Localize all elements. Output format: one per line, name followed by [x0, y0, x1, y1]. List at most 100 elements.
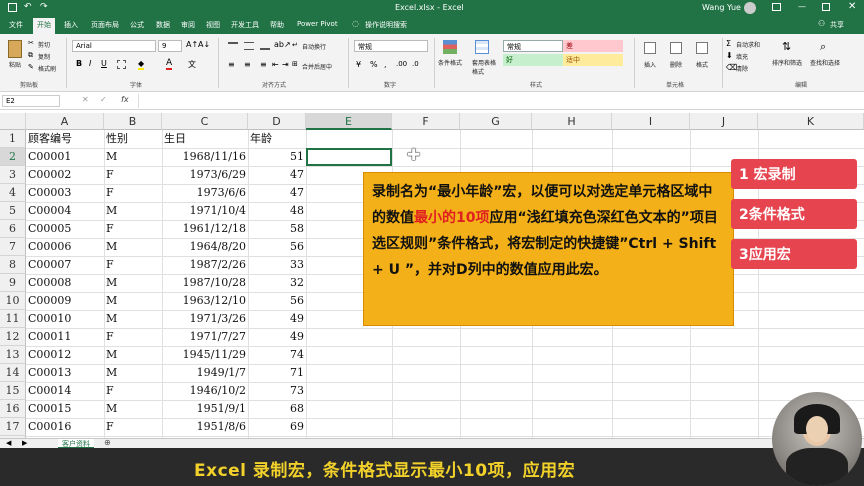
style-normal[interactable]: 常规	[503, 40, 563, 52]
align-middle-icon[interactable]	[244, 42, 254, 50]
conditional-format-icon[interactable]	[443, 40, 457, 54]
format-cells-button[interactable]: 格式	[696, 60, 708, 69]
select-all-corner[interactable]	[0, 113, 26, 130]
table-cell[interactable]: 1968/11/16	[164, 148, 246, 166]
number-format-select[interactable]: 常规	[354, 40, 428, 52]
sheet-nav-prev-icon[interactable]: ◀	[6, 439, 11, 447]
table-cell[interactable]: M	[106, 292, 160, 310]
table-cell[interactable]: F	[106, 382, 160, 400]
share-button[interactable]: 共享	[830, 20, 844, 30]
column-header-e[interactable]: E	[306, 113, 392, 130]
cut-button[interactable]: 剪切	[38, 40, 50, 49]
row-header[interactable]: 7	[0, 238, 26, 256]
table-cell[interactable]: C00003	[28, 184, 102, 202]
table-cell[interactable]: 1973/6/6	[164, 184, 246, 202]
cut-icon[interactable]: ✂	[28, 39, 34, 47]
row-header[interactable]: 3	[0, 166, 26, 184]
row-header[interactable]: 13	[0, 346, 26, 364]
row-header[interactable]: 8	[0, 256, 26, 274]
table-cell[interactable]: 1961/12/18	[164, 220, 246, 238]
row-header[interactable]: 4	[0, 184, 26, 202]
delete-cells-button[interactable]: 删除	[670, 60, 682, 69]
conditional-format-button[interactable]: 条件格式	[438, 58, 462, 67]
table-cell[interactable]: 71	[250, 364, 304, 382]
copy-icon[interactable]: ⧉	[28, 51, 33, 60]
table-cell[interactable]: 1971/3/26	[164, 310, 246, 328]
table-cell[interactable]: 56	[250, 292, 304, 310]
redo-icon[interactable]: ↷	[40, 2, 48, 12]
autosum-icon[interactable]: Σ	[726, 39, 731, 48]
insert-cells-icon[interactable]	[644, 42, 656, 54]
table-cell[interactable]: 1973/6/29	[164, 166, 246, 184]
row-header[interactable]: 14	[0, 364, 26, 382]
indent-increase-icon[interactable]: ⇥	[282, 60, 289, 69]
table-cell[interactable]: F	[106, 220, 160, 238]
table-cell[interactable]: C00015	[28, 400, 102, 418]
table-cell[interactable]: C00004	[28, 202, 102, 220]
table-cell[interactable]: C00007	[28, 256, 102, 274]
tab-formulas[interactable]: 公式	[130, 20, 144, 30]
table-cell[interactable]: 32	[250, 274, 304, 292]
row-header[interactable]: 6	[0, 220, 26, 238]
paste-icon[interactable]	[8, 40, 22, 58]
table-cell[interactable]: C00014	[28, 382, 102, 400]
ribbon-display-icon[interactable]	[772, 3, 781, 11]
table-cell[interactable]: 73	[250, 382, 304, 400]
align-top-icon[interactable]	[228, 42, 238, 50]
increase-decimal-icon[interactable]: .00	[396, 60, 407, 68]
table-cell[interactable]: 33	[250, 256, 304, 274]
find-select-icon[interactable]: ⌕	[820, 40, 826, 54]
align-right-icon[interactable]: ≡	[260, 60, 267, 69]
fill-icon[interactable]: ⬇	[726, 51, 733, 60]
tab-insert[interactable]: 插入	[64, 20, 78, 30]
table-cell[interactable]: F	[106, 256, 160, 274]
format-as-table-button[interactable]: 套用表格格式	[472, 58, 496, 76]
table-cell[interactable]: C00006	[28, 238, 102, 256]
sort-filter-button[interactable]: 排序和筛选	[772, 58, 802, 67]
format-painter-button[interactable]: 格式刷	[38, 64, 56, 73]
table-cell[interactable]: 1964/8/20	[164, 238, 246, 256]
delete-cells-icon[interactable]	[670, 42, 682, 54]
table-cell[interactable]: F	[106, 166, 160, 184]
table-cell[interactable]: F	[106, 184, 160, 202]
tab-home[interactable]: 开始	[33, 18, 55, 34]
copy-button[interactable]: 复制	[38, 52, 50, 61]
column-header-b[interactable]: B	[104, 113, 162, 130]
format-as-table-icon[interactable]	[475, 40, 489, 54]
tab-developer[interactable]: 开发工具	[231, 20, 259, 30]
percent-icon[interactable]: %	[370, 60, 378, 69]
tab-help[interactable]: 帮助	[270, 20, 284, 30]
table-cell[interactable]: 49	[250, 328, 304, 346]
row-header[interactable]: 2	[0, 148, 26, 166]
table-cell[interactable]: 1951/9/1	[164, 400, 246, 418]
name-box[interactable]: E2	[2, 95, 60, 107]
undo-icon[interactable]: ↶	[24, 2, 32, 12]
style-neutral[interactable]: 适中	[563, 54, 623, 66]
insert-function-button[interactable]: fx	[121, 95, 129, 104]
column-header-c[interactable]: C	[162, 113, 248, 130]
table-cell[interactable]: 58	[250, 220, 304, 238]
font-name-select[interactable]: Arial	[72, 40, 156, 52]
decrease-decimal-icon[interactable]: .0	[412, 60, 419, 68]
tab-page-layout[interactable]: 页面布局	[91, 20, 119, 30]
table-cell[interactable]: M	[106, 202, 160, 220]
paste-button[interactable]: 粘贴	[9, 60, 21, 69]
table-cell[interactable]: M	[106, 310, 160, 328]
phonetic-icon[interactable]: 文	[188, 59, 196, 70]
find-select-button[interactable]: 查找和选择	[810, 58, 840, 67]
table-cell[interactable]: M	[106, 238, 160, 256]
header-cell[interactable]: 性别	[106, 130, 160, 148]
table-cell[interactable]: C00002	[28, 166, 102, 184]
table-cell[interactable]: 1945/11/29	[164, 346, 246, 364]
fill-button[interactable]: 填充	[736, 52, 748, 61]
share-icon[interactable]: ⚇	[818, 19, 825, 28]
table-cell[interactable]: C00001	[28, 148, 102, 166]
header-cell[interactable]: 年龄	[250, 130, 304, 148]
table-cell[interactable]: C00009	[28, 292, 102, 310]
tab-file[interactable]: 文件	[9, 20, 23, 30]
formula-input[interactable]	[138, 94, 862, 108]
column-header-a[interactable]: A	[26, 113, 104, 130]
table-cell[interactable]: 1987/2/26	[164, 256, 246, 274]
format-cells-icon[interactable]	[696, 42, 708, 54]
table-cell[interactable]: C00012	[28, 346, 102, 364]
